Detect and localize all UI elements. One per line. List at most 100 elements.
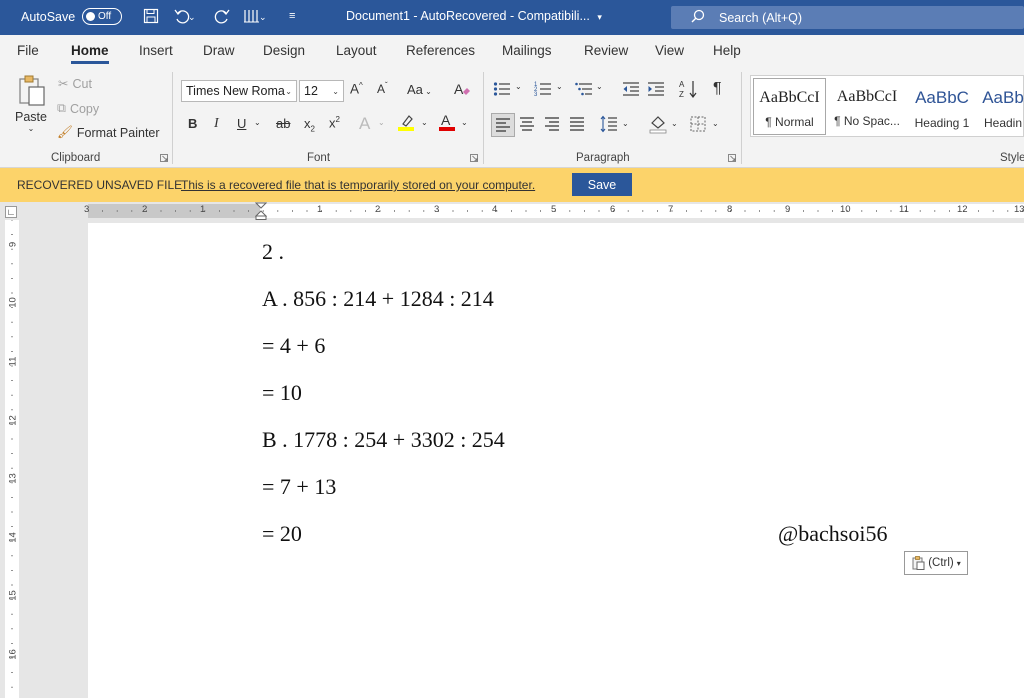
cut-button[interactable]: ✂ Cut (58, 76, 92, 92)
document-line[interactable]: B . 1778 : 254 + 3302 : 254 (262, 427, 505, 453)
clear-formatting-icon[interactable]: A (453, 80, 471, 101)
shading-dropdown-icon[interactable]: ⌄ (671, 119, 678, 128)
paragraph-launcher-icon[interactable]: ↘ (728, 154, 737, 163)
shrink-font-icon[interactable]: Aˇ (377, 81, 388, 96)
superscript-icon[interactable]: x2 (329, 115, 340, 130)
paste-button[interactable]: Paste ⌄ (14, 74, 48, 133)
document-line[interactable]: = 10 (262, 380, 302, 406)
multilevel-dropdown-icon[interactable]: ⌄ (596, 82, 603, 91)
autosave-label: AutoSave (21, 10, 76, 24)
font-color-dropdown-icon[interactable]: ⌄ (461, 118, 468, 127)
shading-icon[interactable] (649, 114, 667, 137)
clipboard-group-label: Clipboard (51, 152, 101, 164)
svg-text:A: A (441, 112, 451, 128)
vertical-ruler[interactable]: 9 10 11 12 13 14 15 16 (0, 220, 22, 698)
style-preview: AaBbCcI (759, 89, 820, 106)
signature-text[interactable]: @bachsoi56 (778, 521, 887, 547)
text-effects-dropdown-icon[interactable]: ⌄ (378, 118, 385, 127)
tab-design[interactable]: Design (263, 43, 305, 58)
align-center-icon[interactable] (519, 116, 535, 135)
brush-icon: 🖌 (57, 125, 73, 139)
tab-draw[interactable]: Draw (203, 43, 235, 58)
bold-button[interactable]: B (188, 116, 197, 131)
document-line[interactable]: = 20 (262, 521, 302, 547)
document-line[interactable]: = 7 + 13 (262, 474, 336, 500)
svg-text:A: A (454, 81, 464, 97)
grow-font-icon[interactable]: A^ (350, 81, 363, 97)
customize-qat-icon[interactable]: ≡ (289, 10, 295, 22)
tab-layout[interactable]: Layout (336, 43, 377, 58)
multilevel-list-icon[interactable] (575, 80, 593, 101)
increase-indent-icon[interactable] (647, 80, 665, 101)
indent-marker-icon[interactable] (255, 202, 267, 220)
document-line[interactable]: = 4 + 6 (262, 333, 325, 359)
paste-options-label: (Ctrl) (928, 557, 954, 569)
font-color-icon[interactable]: A (438, 112, 456, 135)
change-case-button[interactable]: Aa ⌄ (407, 82, 432, 97)
tab-references[interactable]: References (406, 43, 475, 58)
svg-text:3: 3 (534, 92, 538, 98)
numbering-icon[interactable]: 123 (534, 80, 552, 101)
strikethrough-button[interactable]: ab (276, 116, 290, 131)
highlight-icon[interactable] (397, 112, 415, 135)
align-right-icon[interactable] (544, 116, 560, 135)
bullets-dropdown-icon[interactable]: ⌄ (515, 82, 522, 91)
tab-selector-icon[interactable]: ∟ (5, 206, 17, 218)
save-button[interactable]: Save (572, 173, 632, 196)
chevron-down-icon: ▾ (956, 558, 961, 568)
font-launcher-icon[interactable]: ↘ (470, 154, 479, 163)
align-left-icon[interactable] (491, 113, 515, 137)
underline-button[interactable]: U (237, 116, 246, 131)
format-painter-button[interactable]: 🖌 Format Painter (57, 125, 160, 140)
style-heading-2[interactable]: AaBb Headin (981, 78, 1024, 135)
format-painter-label: Format Painter (76, 125, 160, 140)
line-spacing-icon[interactable] (600, 115, 618, 136)
style-normal[interactable]: AaBbCcI ¶ Normal (753, 78, 826, 135)
tab-home[interactable]: Home (71, 43, 109, 64)
recovered-message-link[interactable]: This is a recovered file that is tempora… (181, 178, 535, 192)
undo-dropdown-icon[interactable]: ⌄ (188, 12, 196, 23)
font-size-combo[interactable]: 12 ⌄ (299, 80, 344, 102)
save-icon[interactable] (143, 8, 159, 24)
copy-button[interactable]: ⧉ Copy (57, 101, 99, 116)
vertical-ruler-strip (5, 220, 19, 698)
clipboard-launcher-icon[interactable]: ↘ (160, 154, 169, 163)
style-no-spacing[interactable]: AaBbCcI ¶ No Spac... (829, 78, 905, 135)
highlight-dropdown-icon[interactable]: ⌄ (421, 118, 428, 127)
ruler-number: 4 (492, 204, 498, 215)
tab-mailings[interactable]: Mailings (502, 43, 552, 58)
style-heading-1[interactable]: AaBbC Heading 1 (908, 78, 976, 135)
sort-icon[interactable]: AZ (679, 79, 699, 102)
columns-dropdown-icon[interactable]: ⌄ (259, 12, 267, 23)
tab-view[interactable]: View (655, 43, 684, 58)
numbering-dropdown-icon[interactable]: ⌄ (556, 82, 563, 91)
redo-icon[interactable] (213, 7, 231, 25)
justify-icon[interactable] (569, 116, 585, 135)
line-spacing-dropdown-icon[interactable]: ⌄ (622, 119, 629, 128)
document-title[interactable]: Document1 - AutoRecovered - Compatibili.… (346, 9, 602, 23)
underline-dropdown-icon[interactable]: ⌄ (254, 118, 261, 127)
search-box[interactable]: Search (Alt+Q) (671, 6, 1024, 29)
tab-insert[interactable]: Insert (139, 43, 173, 58)
text-effects-icon[interactable]: A (359, 114, 370, 134)
italic-button[interactable]: I (214, 116, 219, 132)
tab-file[interactable]: File (17, 43, 39, 58)
bullets-icon[interactable] (493, 80, 511, 101)
svg-text:Z: Z (679, 90, 684, 99)
document-page[interactable]: 2 . A . 856 : 214 + 1284 : 214 = 4 + 6 =… (88, 223, 1024, 698)
decrease-indent-icon[interactable] (622, 80, 640, 101)
pilcrow-icon[interactable]: ¶ (713, 80, 722, 98)
paste-options-button[interactable]: (Ctrl) ▾ (904, 551, 968, 575)
document-line[interactable]: A . 856 : 214 + 1284 : 214 (262, 286, 494, 312)
font-family-combo[interactable]: Times New Roma ⌄ (181, 80, 297, 102)
subscript-icon[interactable]: x2 (304, 116, 315, 134)
borders-dropdown-icon[interactable]: ⌄ (712, 119, 719, 128)
ruler-number: 10 (840, 204, 851, 215)
autosave-toggle[interactable]: Off (82, 8, 122, 25)
font-size-value: 12 (304, 84, 318, 98)
horizontal-ruler[interactable]: ∟ 3 2 1 1 2 3 4 5 6 7 8 9 10 11 12 13 (0, 202, 1024, 220)
tab-review[interactable]: Review (584, 43, 628, 58)
borders-icon[interactable] (690, 116, 706, 135)
document-line[interactable]: 2 . (262, 239, 284, 265)
tab-help[interactable]: Help (713, 43, 741, 58)
